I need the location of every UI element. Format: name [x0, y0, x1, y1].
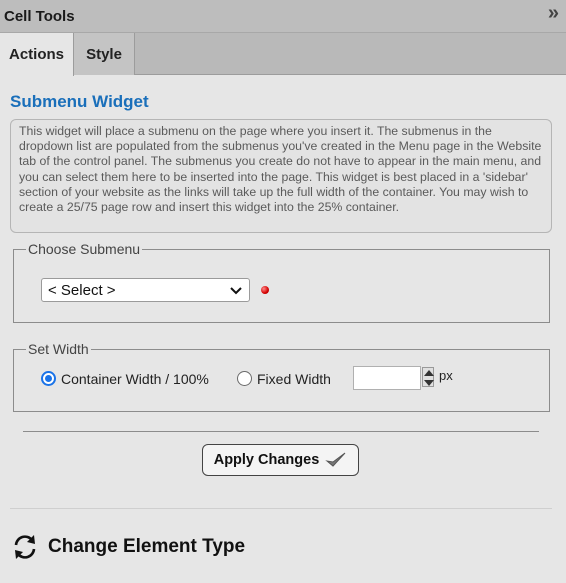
apply-changes-button[interactable]: Apply Changes — [202, 444, 359, 476]
container-width-label[interactable]: Container Width / 100% — [61, 371, 209, 387]
width-spinner[interactable] — [422, 367, 434, 387]
tab-bar: Actions Style — [0, 33, 566, 76]
width-unit-label: px — [439, 368, 453, 383]
collapse-icon[interactable]: » — [548, 3, 559, 23]
set-width-legend: Set Width — [28, 341, 89, 357]
fixed-width-radio[interactable] — [237, 371, 252, 386]
panel-title: Cell Tools — [4, 8, 75, 25]
submenu-select-value: < Select > — [48, 282, 116, 299]
required-indicator-icon — [261, 286, 269, 294]
spinner-arrows-icon — [423, 368, 435, 388]
widget-title: Submenu Widget — [10, 92, 149, 111]
chevron-down-icon — [230, 287, 242, 295]
choose-submenu-legend: Choose Submenu — [28, 241, 141, 257]
apply-changes-label: Apply Changes — [213, 452, 320, 468]
fixed-width-label[interactable]: Fixed Width — [257, 371, 331, 387]
fixed-width-input[interactable] — [353, 366, 421, 390]
change-element-type[interactable]: Change Element Type — [10, 533, 245, 561]
container-width-radio[interactable] — [41, 371, 56, 386]
divider — [23, 431, 539, 432]
section-divider — [10, 508, 552, 509]
panel-header: Cell Tools » — [0, 0, 566, 33]
tab-style[interactable]: Style — [74, 33, 135, 75]
widget-description: This widget will place a submenu on the … — [10, 119, 552, 233]
tab-actions[interactable]: Actions — [0, 33, 74, 76]
cycle-arrows-icon — [14, 535, 36, 559]
change-element-type-label: Change Element Type — [48, 536, 246, 557]
checkmark-icon — [325, 452, 346, 467]
submenu-select[interactable]: < Select > — [41, 278, 250, 302]
